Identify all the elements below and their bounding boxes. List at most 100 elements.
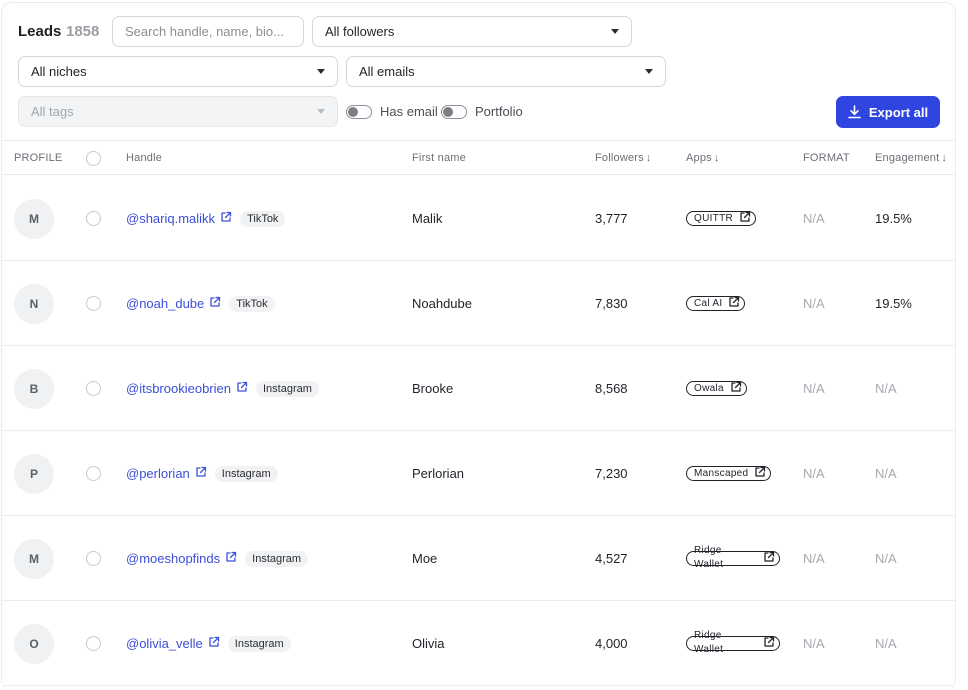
- column-followers-label: Followers: [595, 152, 644, 164]
- export-all-label: Export all: [868, 104, 929, 120]
- row-select-checkbox[interactable]: [86, 551, 101, 566]
- avatar[interactable]: N: [14, 283, 54, 324]
- column-first-name: First name: [412, 152, 466, 164]
- format-cell: N/A: [803, 601, 825, 686]
- column-apps[interactable]: Apps ↓: [686, 152, 720, 164]
- select-cell: [86, 346, 101, 431]
- has-email-label: Has email: [380, 104, 438, 119]
- table-row[interactable]: B @itsbrookieobrien Instagram Brooke 8,568 Ow…: [2, 346, 955, 431]
- external-link-icon[interactable]: [728, 296, 740, 311]
- engagement-cell: 19.5%: [875, 261, 912, 346]
- emails-select[interactable]: All emails: [346, 56, 666, 87]
- app-pill[interactable]: Ridge Wallet: [686, 545, 780, 570]
- followers-select[interactable]: All followers: [312, 16, 632, 47]
- app-pill[interactable]: Ridge Wallet: [686, 630, 780, 655]
- first-name-cell: Moe: [412, 516, 437, 601]
- has-email-switch[interactable]: [346, 104, 372, 119]
- avatar[interactable]: M: [14, 198, 54, 239]
- handle-link[interactable]: @noah_dube: [126, 296, 204, 311]
- table-row[interactable]: M @moeshopfinds Instagram Moe 4,527 Ridge Wall…: [2, 516, 955, 601]
- app-pill[interactable]: Manscaped: [686, 466, 772, 481]
- followers-cell: 4,527: [595, 516, 628, 601]
- avatar[interactable]: O: [14, 623, 54, 664]
- external-link-icon[interactable]: [195, 466, 207, 481]
- export-all-button[interactable]: Export all: [836, 96, 940, 128]
- handle-link[interactable]: @olivia_velle: [126, 636, 203, 651]
- handle-cell: @itsbrookieobrien Instagram: [126, 346, 319, 431]
- profile-cell: P: [14, 431, 54, 516]
- app-name: Manscaped: [694, 468, 749, 479]
- first-name-cell: Malik: [412, 176, 442, 261]
- sort-arrow-icon: ↓: [713, 152, 720, 164]
- tags-select[interactable]: All tags: [18, 96, 338, 127]
- apps-cell: QUITTR: [686, 176, 757, 261]
- external-link-icon[interactable]: [236, 381, 248, 396]
- app-name: QUITTR: [694, 213, 734, 224]
- platform-badge: Instagram: [227, 635, 291, 652]
- table-row[interactable]: N @noah_dube TikTok Noahdube 7,830 Cal AI N/A 1…: [2, 261, 955, 346]
- row-select-checkbox[interactable]: [86, 381, 101, 396]
- row-select-checkbox[interactable]: [86, 466, 101, 481]
- app-name-line1: Ridge: [694, 630, 722, 641]
- external-link-icon[interactable]: [208, 636, 220, 651]
- followers-cell: 4,000: [595, 601, 628, 686]
- engagement-cell: N/A: [875, 431, 897, 516]
- external-link-icon[interactable]: [763, 636, 775, 651]
- external-link-icon[interactable]: [730, 381, 742, 396]
- app-pill[interactable]: Cal AI: [686, 296, 746, 311]
- table-row[interactable]: O @olivia_velle Instagram Olivia 4,000 Ridge W…: [2, 601, 955, 686]
- followers-cell: 7,230: [595, 431, 628, 516]
- external-link-icon[interactable]: [763, 551, 775, 566]
- search-input[interactable]: Search handle, name, bio...: [112, 16, 304, 47]
- followers-count: 7,230: [595, 466, 628, 481]
- sort-arrow-icon: ↓: [645, 152, 652, 164]
- row-select-checkbox[interactable]: [86, 296, 101, 311]
- avatar[interactable]: B: [14, 368, 54, 409]
- first-name-cell: Noahdube: [412, 261, 472, 346]
- avatar[interactable]: M: [14, 538, 54, 579]
- handle-link[interactable]: @itsbrookieobrien: [126, 381, 231, 396]
- column-followers[interactable]: Followers ↓: [595, 152, 652, 164]
- chevron-down-icon: [317, 109, 325, 114]
- select-cell: [86, 176, 101, 261]
- external-link-icon[interactable]: [209, 296, 221, 311]
- sort-arrow-icon: ↓: [941, 152, 948, 164]
- format-value: N/A: [803, 296, 825, 311]
- select-all-checkbox[interactable]: [86, 151, 101, 166]
- app-pill[interactable]: QUITTR: [686, 211, 757, 226]
- portfolio-toggle[interactable]: Portfolio: [441, 104, 523, 119]
- first-name: Perlorian: [412, 466, 465, 481]
- external-link-icon[interactable]: [739, 211, 751, 226]
- column-handle: Handle: [126, 152, 163, 164]
- table-row[interactable]: P @perlorian Instagram Perlorian 7,230 Mansca…: [2, 431, 955, 516]
- format-value: N/A: [803, 211, 825, 226]
- handle-link[interactable]: @perlorian: [126, 466, 190, 481]
- handle-link[interactable]: @moeshopfinds: [126, 551, 220, 566]
- platform-badge: TikTok: [240, 210, 286, 227]
- niches-select[interactable]: All niches: [18, 56, 338, 87]
- portfolio-switch[interactable]: [441, 104, 467, 119]
- handle-link[interactable]: @shariq.malikk: [126, 211, 215, 226]
- external-link-icon[interactable]: [754, 466, 766, 481]
- app-pill[interactable]: Owala: [686, 381, 747, 396]
- app-name: Cal AI: [694, 298, 723, 309]
- engagement-value: N/A: [875, 381, 897, 396]
- avatar[interactable]: P: [14, 453, 54, 494]
- engagement-cell: N/A: [875, 516, 897, 601]
- search-placeholder: Search handle, name, bio...: [125, 24, 284, 39]
- first-name: Moe: [412, 551, 438, 566]
- row-select-checkbox[interactable]: [86, 636, 101, 651]
- external-link-icon[interactable]: [220, 211, 232, 226]
- format-cell: N/A: [803, 346, 825, 431]
- profile-cell: M: [14, 176, 54, 261]
- has-email-toggle[interactable]: Has email: [346, 104, 438, 119]
- handle-cell: @shariq.malikk TikTok: [126, 176, 286, 261]
- select-cell: [86, 601, 101, 686]
- column-engagement[interactable]: Engagement ↓: [875, 152, 947, 164]
- first-name: Brooke: [412, 381, 454, 396]
- engagement-value: N/A: [875, 636, 897, 651]
- external-link-icon[interactable]: [225, 551, 237, 566]
- row-select-checkbox[interactable]: [86, 211, 101, 226]
- leads-panel: Leads 1858 Search handle, name, bio... A…: [1, 2, 956, 690]
- table-row[interactable]: M @shariq.malikk TikTok Malik 3,777 QUITTR N/A…: [2, 176, 955, 261]
